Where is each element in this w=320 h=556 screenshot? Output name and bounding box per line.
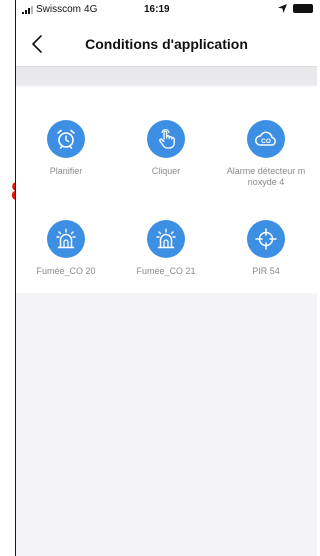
- siren-icon: [147, 220, 185, 258]
- navigation-bar: Conditions d'application: [16, 22, 317, 67]
- condition-tile-pir-54[interactable]: PIR 54: [216, 220, 316, 277]
- hand-tap-icon: [147, 120, 185, 158]
- co-cloud-icon: CO: [247, 120, 285, 158]
- status-right: [278, 4, 313, 13]
- condition-label: Fumée_CO 21: [136, 266, 196, 276]
- condition-tile-cliquer[interactable]: Cliquer: [116, 120, 216, 177]
- carrier-name: Swisscom: [36, 4, 82, 15]
- section-spacer: [16, 67, 317, 85]
- condition-label: Cliquer: [151, 166, 181, 176]
- signal-icon: [22, 5, 33, 14]
- location-arrow-icon: [278, 4, 287, 13]
- siren-icon: [47, 220, 85, 258]
- condition-label: Fumée_CO 20: [36, 266, 96, 276]
- condition-tile-planifier[interactable]: Planifier: [16, 120, 116, 177]
- condition-label: Planifier: [49, 166, 83, 176]
- conditions-grid: Planifier Cliquer CO Alarme détecteur m …: [16, 87, 317, 293]
- condition-label: Alarme détecteur m noxyde 4: [226, 166, 306, 187]
- phone-screen: Swisscom 4G 16:19 Conditions d'applicati…: [15, 0, 317, 556]
- alarm-clock-icon: [47, 120, 85, 158]
- page-title: Conditions d'application: [85, 36, 248, 52]
- status-bar: Swisscom 4G 16:19: [16, 0, 317, 22]
- status-time: 16:19: [144, 4, 170, 15]
- network-type: 4G: [84, 4, 98, 15]
- condition-tile-fumee-co-20[interactable]: Fumée_CO 20: [16, 220, 116, 277]
- battery-icon: [293, 4, 313, 13]
- condition-tile-fumee-co-21[interactable]: Fumée_CO 21: [116, 220, 216, 277]
- condition-label: PIR 54: [252, 266, 280, 276]
- crosshair-icon: [247, 220, 285, 258]
- condition-tile-co-alarm[interactable]: CO Alarme détecteur m noxyde 4: [216, 120, 316, 188]
- svg-text:CO: CO: [261, 138, 271, 145]
- status-left: Swisscom 4G: [22, 4, 97, 15]
